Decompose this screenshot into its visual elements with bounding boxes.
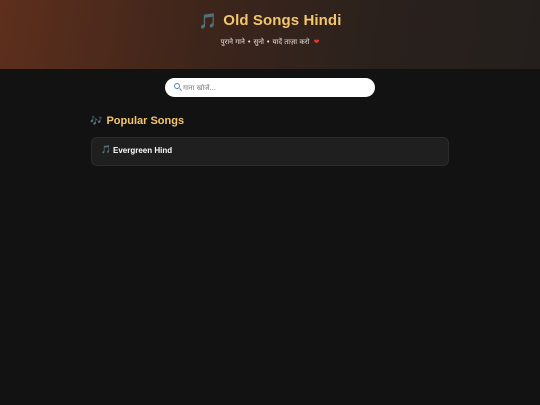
app-title: 🎵 Old Songs Hindi (0, 11, 540, 30)
song-card[interactable]: 🎵 Evergreen Hind (91, 137, 449, 166)
heart-icon: ❤ (313, 38, 320, 46)
section-title-text: Popular Songs (106, 115, 185, 127)
song-card-label: Evergreen Hind (113, 146, 173, 155)
header-banner: 🎵 Old Songs Hindi पुराने गाने • सुनो • या… (0, 0, 540, 69)
music-note-icon: 🎵 (101, 145, 111, 154)
search-icon (174, 83, 180, 89)
tagline-text: पुराने गाने • सुनो • यादें ताज़ा करो (220, 38, 310, 46)
music-notes-icon: 🎶 (90, 116, 103, 127)
app-title-text: Old Songs Hindi (223, 12, 342, 29)
search-input[interactable] (183, 80, 363, 95)
music-note-icon: 🎵 (198, 13, 218, 30)
tagline: पुराने गाने • सुनो • यादें ताज़ा करो ❤ (0, 38, 540, 47)
search-bar[interactable] (165, 78, 375, 97)
section-title: 🎶 Popular Songs (90, 115, 184, 127)
page: 🎵 Old Songs Hindi पुराने गाने • सुनो • या… (0, 0, 540, 405)
